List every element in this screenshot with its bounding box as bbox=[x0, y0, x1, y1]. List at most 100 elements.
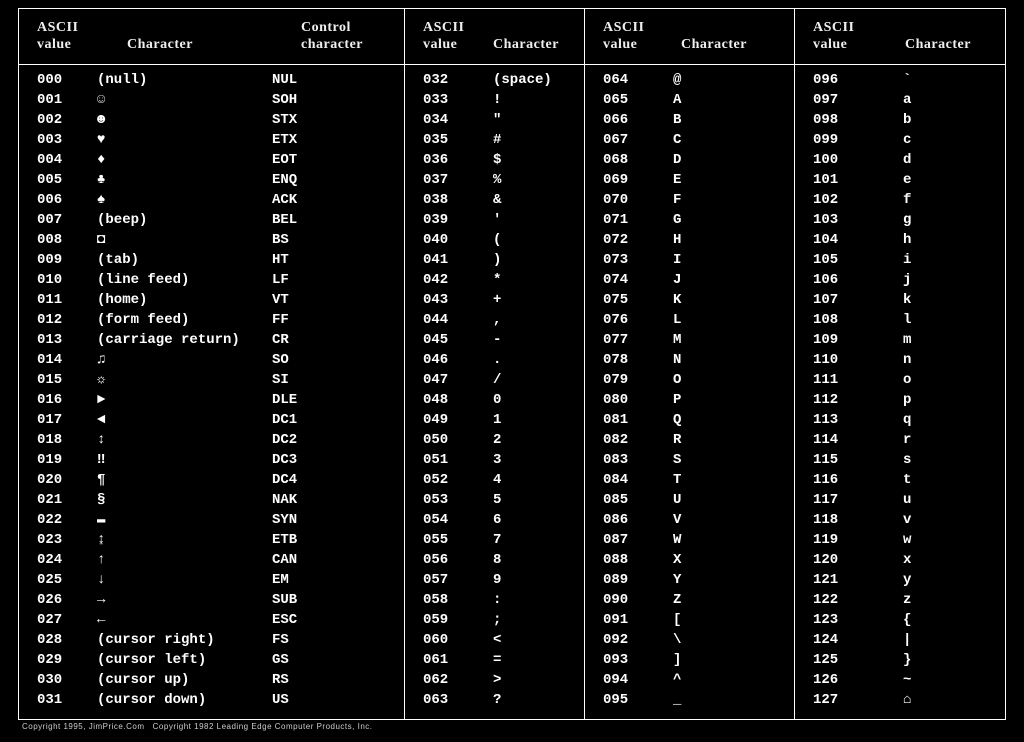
ascii-character: § bbox=[97, 490, 272, 510]
ascii-character: d bbox=[873, 150, 993, 170]
table-row: 014♫SO bbox=[19, 350, 404, 370]
control-character: DC2 bbox=[272, 430, 352, 450]
table-row: 079O bbox=[585, 370, 794, 390]
ascii-value: 070 bbox=[585, 190, 663, 210]
ascii-value: 100 bbox=[795, 150, 873, 170]
table-row: 100d bbox=[795, 150, 1005, 170]
table-row: 083S bbox=[585, 450, 794, 470]
ascii-value: 047 bbox=[405, 370, 483, 390]
ascii-character: - bbox=[483, 330, 583, 350]
column-header: ASCIIvalue Character bbox=[795, 9, 1005, 65]
ascii-value: 028 bbox=[19, 630, 97, 650]
table-row: 122z bbox=[795, 590, 1005, 610]
ascii-character: g bbox=[873, 210, 993, 230]
ascii-value: 083 bbox=[585, 450, 663, 470]
ascii-character: U bbox=[663, 490, 763, 510]
ascii-value: 092 bbox=[585, 630, 663, 650]
table-row: 110n bbox=[795, 350, 1005, 370]
ascii-character: (cursor up) bbox=[97, 670, 272, 690]
ascii-value: 122 bbox=[795, 590, 873, 610]
table-row: 076L bbox=[585, 310, 794, 330]
control-character: SUB bbox=[272, 590, 352, 610]
ascii-character: J bbox=[663, 270, 763, 290]
table-row: 114r bbox=[795, 430, 1005, 450]
table-row: 099c bbox=[795, 130, 1005, 150]
control-character: NAK bbox=[272, 490, 352, 510]
table-row: 0491 bbox=[405, 410, 584, 430]
ascii-value: 078 bbox=[585, 350, 663, 370]
ascii-character: E bbox=[663, 170, 763, 190]
ascii-value: 106 bbox=[795, 270, 873, 290]
control-character: FF bbox=[272, 310, 352, 330]
ascii-character: ↑ bbox=[97, 550, 272, 570]
ascii-value: 119 bbox=[795, 530, 873, 550]
table-row: 0557 bbox=[405, 530, 584, 550]
table-row: 103g bbox=[795, 210, 1005, 230]
column-body: 000(null)NUL001☺SOH002☻STX003♥ETX004♦EOT… bbox=[19, 65, 404, 724]
ascii-value: 124 bbox=[795, 630, 873, 650]
ascii-value: 065 bbox=[585, 90, 663, 110]
ascii-character: " bbox=[483, 110, 583, 130]
table-row: 034" bbox=[405, 110, 584, 130]
ascii-character: H bbox=[663, 230, 763, 250]
ascii-value: 058 bbox=[405, 590, 483, 610]
hdr-ascii-value: ASCIIvalue bbox=[423, 19, 464, 53]
control-character: ENQ bbox=[272, 170, 352, 190]
ascii-character: K bbox=[663, 290, 763, 310]
table-row: 066B bbox=[585, 110, 794, 130]
ascii-character: (carriage return) bbox=[97, 330, 272, 350]
ascii-value: 030 bbox=[19, 670, 97, 690]
ascii-character: l bbox=[873, 310, 993, 330]
ascii-value: 006 bbox=[19, 190, 97, 210]
ascii-value: 053 bbox=[405, 490, 483, 510]
ascii-value: 115 bbox=[795, 450, 873, 470]
ascii-character: N bbox=[663, 350, 763, 370]
table-row: 0535 bbox=[405, 490, 584, 510]
ascii-character: ♣ bbox=[97, 170, 272, 190]
ascii-character: \ bbox=[663, 630, 763, 650]
table-row: 063? bbox=[405, 690, 584, 710]
table-row: 071G bbox=[585, 210, 794, 230]
table-row: 088X bbox=[585, 550, 794, 570]
ascii-value: 104 bbox=[795, 230, 873, 250]
ascii-value: 037 bbox=[405, 170, 483, 190]
ascii-value: 098 bbox=[795, 110, 873, 130]
table-row: 102f bbox=[795, 190, 1005, 210]
ascii-value: 082 bbox=[585, 430, 663, 450]
ascii-character: 0 bbox=[483, 390, 583, 410]
table-row: 126~ bbox=[795, 670, 1005, 690]
table-row: 012(form feed)FF bbox=[19, 310, 404, 330]
ascii-character: c bbox=[873, 130, 993, 150]
ascii-character: O bbox=[663, 370, 763, 390]
ascii-value: 107 bbox=[795, 290, 873, 310]
ascii-value: 010 bbox=[19, 270, 97, 290]
ascii-character: ? bbox=[483, 690, 583, 710]
table-row: 040( bbox=[405, 230, 584, 250]
table-row: 068D bbox=[585, 150, 794, 170]
ascii-character: F bbox=[663, 190, 763, 210]
ascii-character: ; bbox=[483, 610, 583, 630]
ascii-value: 126 bbox=[795, 670, 873, 690]
ascii-value: 102 bbox=[795, 190, 873, 210]
ascii-character: (cursor down) bbox=[97, 690, 272, 710]
ascii-character: r bbox=[873, 430, 993, 450]
ascii-value: 064 bbox=[585, 70, 663, 90]
column-control-chars: ASCIIvalue Character Controlcharacter 00… bbox=[19, 9, 405, 719]
table-row: 070F bbox=[585, 190, 794, 210]
table-row: 033! bbox=[405, 90, 584, 110]
column-body: 096`097a098b099c100d101e102f103g104h105i… bbox=[795, 65, 1005, 724]
table-row: 082R bbox=[585, 430, 794, 450]
ascii-character: v bbox=[873, 510, 993, 530]
table-row: 0524 bbox=[405, 470, 584, 490]
ascii-value: 057 bbox=[405, 570, 483, 590]
ascii-character: h bbox=[873, 230, 993, 250]
hdr-character: Character bbox=[681, 36, 747, 53]
table-row: 109m bbox=[795, 330, 1005, 350]
table-row: 095_ bbox=[585, 690, 794, 710]
ascii-character: @ bbox=[663, 70, 763, 90]
column-body: 032(space)033!034"035#036$037%038&039'04… bbox=[405, 65, 584, 724]
ascii-character: A bbox=[663, 90, 763, 110]
ascii-value: 103 bbox=[795, 210, 873, 230]
control-character: DC4 bbox=[272, 470, 352, 490]
ascii-character: ↓ bbox=[97, 570, 272, 590]
